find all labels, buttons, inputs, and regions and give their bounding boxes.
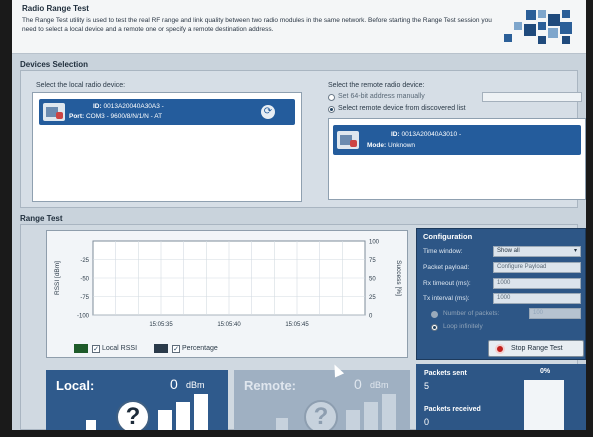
local-device-label: Select the local radio device: — [36, 82, 126, 89]
remote-signal-unit: dBm — [370, 380, 389, 390]
rx-timeout-label: Rx timeout (ms): — [423, 280, 471, 287]
packets-sent-label: Packets sent — [424, 370, 467, 377]
y2-axis-title: Success [%] — [395, 260, 402, 296]
y-tick-label: -75 — [80, 295, 89, 301]
y-tick-label: -25 — [80, 258, 89, 264]
remote-mode-label: Mode: — [367, 142, 387, 149]
signal-bar — [382, 394, 396, 430]
number-of-packets-radio[interactable] — [431, 311, 438, 318]
x-tick-label: 15:05:45 — [285, 322, 309, 328]
local-signal-unit: dBm — [186, 380, 205, 390]
local-device-item[interactable]: ID: 0013A20040A30A3 - Port: COM3 - 9600/… — [39, 99, 295, 125]
x-tick-label: 15:05:35 — [149, 322, 173, 328]
y-axis-title: RSSI [dBm] — [54, 261, 61, 295]
stop-range-test-button[interactable]: Stop Range Test — [488, 340, 584, 357]
y2-tick-label: 0 — [369, 314, 373, 320]
unknown-signal-icon: ? — [304, 400, 338, 430]
time-window-select[interactable]: Show all ▾ — [493, 246, 581, 257]
page-title: Radio Range Test — [22, 4, 89, 13]
x-tick-label: 15:05:40 — [217, 322, 241, 328]
local-port-value: COM3 - 9600/8/N/1/N - AT — [85, 113, 163, 120]
manual-address-radio[interactable] — [328, 94, 335, 101]
chart-svg: -25 -50 -75 -100 100 75 50 25 0 15:05:35 15:05:40 1… — [54, 240, 402, 329]
packets-received-label: Packets received — [424, 406, 481, 413]
signal-bar — [346, 410, 360, 430]
remote-device-label: Select the remote radio device: — [328, 82, 425, 89]
signal-bar — [364, 402, 378, 430]
range-test-chart: -25 -50 -75 -100 100 75 50 25 0 15:05:35 15:05:40 1… — [46, 230, 408, 358]
percentage-legend-label: Percentage — [182, 345, 218, 352]
devices-section-title: Devices Selection — [20, 60, 89, 69]
signal-bar — [86, 420, 96, 430]
local-rssi-checkbox[interactable]: ✓ — [92, 345, 100, 353]
remote-signal-panel: Remote: 0 dBm ? — [234, 370, 410, 430]
local-rssi-legend-label: Local RSSI — [102, 345, 138, 352]
stop-label: Stop Range Test — [511, 345, 563, 352]
local-port-label: Port: — [69, 113, 85, 120]
loop-infinitely-radio[interactable] — [431, 324, 438, 331]
local-device-list[interactable]: ID: 0013A20040A30A3 - Port: COM3 - 9600/… — [32, 92, 302, 202]
local-signal-panel: Local: 0 dBm ? — [46, 370, 228, 430]
rx-timeout-input[interactable]: 1000 — [493, 278, 581, 289]
local-signal-value: 0 — [170, 376, 178, 392]
percentage-checkbox[interactable]: ✓ — [172, 345, 180, 353]
remote-device-item[interactable]: ID: 0013A20040A3010 - Mode: Unknown — [333, 125, 581, 155]
discovered-list-radio[interactable] — [328, 106, 335, 113]
signal-bar — [194, 394, 208, 430]
signal-bar — [176, 402, 190, 430]
refresh-icon[interactable]: ⟳ — [261, 105, 275, 119]
time-window-value: Show all — [497, 248, 520, 254]
local-id-value: 0013A20040A30A3 - — [103, 103, 164, 110]
success-percent-bar — [524, 380, 564, 430]
local-rssi-swatch — [74, 344, 88, 353]
percentage-swatch — [154, 344, 168, 353]
xctu-logo-icon — [504, 10, 572, 44]
y2-tick-label: 100 — [369, 240, 380, 246]
tx-interval-input[interactable]: 1000 — [493, 293, 581, 304]
success-percent-label: 0% — [540, 368, 551, 375]
unknown-signal-icon: ? — [116, 400, 150, 430]
remote-id-label: ID: — [391, 131, 400, 138]
packet-payload-label: Packet payload: — [423, 264, 470, 271]
chevron-down-icon: ▾ — [573, 248, 577, 254]
radio-module-icon — [337, 131, 359, 149]
packets-sent-value: 5 — [424, 381, 430, 391]
signal-bar — [158, 410, 172, 430]
remote-signal-label: Remote: — [244, 378, 297, 393]
local-signal-label: Local: — [56, 378, 95, 393]
remote-id-value: 0013A20040A3010 - — [401, 131, 462, 138]
y2-tick-label: 25 — [369, 295, 376, 301]
signal-bar — [276, 418, 288, 430]
remote-signal-value: 0 — [354, 376, 362, 392]
y-tick-label: -50 — [80, 277, 89, 283]
loop-infinitely-label: Loop infinitely — [443, 323, 483, 330]
local-id-label: ID: — [93, 103, 102, 110]
number-of-packets-label: Number of packets: — [443, 310, 500, 317]
y-tick-label: -100 — [77, 314, 90, 320]
remote-device-list[interactable]: ID: 0013A20040A3010 - Mode: Unknown — [328, 118, 586, 200]
packets-received-value: 0 — [424, 417, 430, 427]
radio-module-icon — [43, 103, 65, 121]
time-window-label: Time window: — [423, 248, 463, 255]
stop-icon — [495, 344, 505, 354]
address-input[interactable] — [482, 92, 582, 102]
number-of-packets-input[interactable]: 100 — [529, 308, 581, 319]
y2-tick-label: 75 — [369, 258, 376, 264]
header: Radio Range Test The Range Test utility … — [12, 0, 586, 54]
y2-tick-label: 50 — [369, 277, 376, 283]
configuration-title: Configuration — [423, 232, 473, 241]
discovered-list-label: Select remote device from discovered lis… — [338, 105, 466, 112]
configure-payload-button[interactable]: Configure Payload — [493, 262, 581, 273]
remote-mode-value: Unknown — [387, 142, 416, 149]
range-test-window: Radio Range Test The Range Test utility … — [12, 0, 586, 430]
tx-interval-label: Tx interval (ms): — [423, 295, 470, 302]
range-test-title: Range Test — [20, 214, 63, 223]
page-description: The Range Test utility is used to test t… — [22, 17, 492, 33]
manual-address-label: Set 64-bit address manually — [338, 93, 425, 100]
